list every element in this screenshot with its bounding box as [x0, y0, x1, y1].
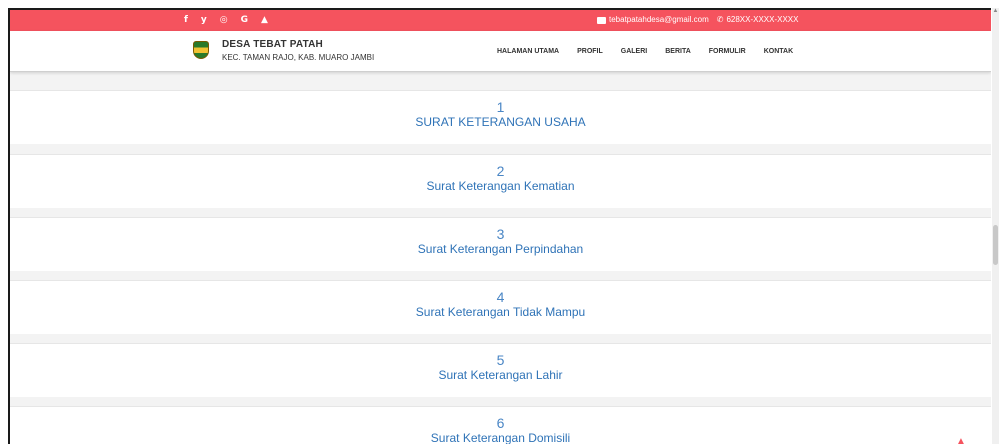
google-icon[interactable]: G — [241, 15, 248, 25]
site-title: DESA TEBAT PATAH — [222, 39, 323, 50]
instagram-icon[interactable]: ◎ — [220, 15, 228, 25]
letter-title[interactable]: Surat Keterangan Domisili — [10, 431, 991, 444]
social-links: f y ◎ G ▲ — [184, 15, 268, 25]
back-to-top-icon[interactable]: ▲ — [956, 436, 966, 447]
browser-viewport: f y ◎ G ▲ tebatpatahdesa@gmail.com ✆ 628… — [8, 8, 991, 444]
letter-number: 6 — [496, 415, 505, 431]
nav-item-berita[interactable]: BERITA — [665, 48, 691, 55]
nav-item-formulir[interactable]: FORMULIR — [709, 48, 746, 55]
twitter-icon[interactable]: y — [201, 15, 207, 25]
phone-text: 628XX-XXXX-XXXX — [726, 15, 799, 24]
scrollbar-thumb[interactable] — [993, 225, 998, 265]
letter-card[interactable]: 3 Surat Keterangan Perpindahan — [10, 217, 991, 271]
letter-card[interactable]: 1 SURAT KETERANGAN USAHA — [10, 90, 991, 144]
letter-title[interactable]: SURAT KETERANGAN USAHA — [10, 115, 991, 129]
phone-icon: ✆ — [716, 15, 724, 24]
nav-menu: HALAMAN UTAMA PROFIL GALERI BERITA FORMU… — [497, 48, 793, 55]
nav-item-halaman-utama[interactable]: HALAMAN UTAMA — [497, 48, 559, 55]
letter-number: 3 — [496, 226, 505, 242]
phone-contact[interactable]: ✆ 628XX-XXXX-XXXX — [717, 15, 799, 25]
android-icon[interactable]: ▲ — [261, 15, 268, 25]
letter-title[interactable]: Surat Keterangan Lahir — [10, 368, 991, 382]
letter-title[interactable]: Surat Keterangan Tidak Mampu — [10, 305, 991, 319]
letter-card[interactable]: 5 Surat Keterangan Lahir — [10, 343, 991, 397]
scroll-up-arrow-icon[interactable]: ▲ — [992, 8, 999, 16]
nav-item-profil[interactable]: PROFIL — [577, 48, 603, 55]
letter-card[interactable]: 6 Surat Keterangan Domisili — [10, 406, 991, 444]
nav-item-galeri[interactable]: GALERI — [621, 48, 647, 55]
letter-card[interactable]: 2 Surat Keterangan Kematian — [10, 154, 991, 208]
brand[interactable]: DESA TEBAT PATAH KEC. TAMAN RAJO, KAB. M… — [222, 39, 374, 62]
email-text: tebatpatahdesa@gmail.com — [609, 15, 709, 24]
site-subtitle: KEC. TAMAN RAJO, KAB. MUARO JAMBI — [222, 53, 375, 62]
contact-info: tebatpatahdesa@gmail.com ✆ 628XX-XXXX-XX… — [597, 15, 798, 25]
letter-number: 2 — [496, 163, 505, 179]
facebook-icon[interactable]: f — [184, 15, 188, 25]
letter-title[interactable]: Surat Keterangan Kematian — [10, 179, 991, 193]
letter-number: 5 — [496, 352, 505, 368]
letter-title[interactable]: Surat Keterangan Perpindahan — [10, 242, 991, 256]
main-navbar: DESA TEBAT PATAH KEC. TAMAN RAJO, KAB. M… — [10, 31, 991, 72]
top-bar: f y ◎ G ▲ tebatpatahdesa@gmail.com ✆ 628… — [10, 10, 991, 31]
village-logo-icon[interactable] — [193, 41, 209, 59]
letter-number: 1 — [496, 99, 505, 115]
email-contact[interactable]: tebatpatahdesa@gmail.com — [597, 15, 709, 25]
letter-number: 4 — [496, 289, 505, 305]
nav-item-kontak[interactable]: KONTAK — [764, 48, 793, 55]
letter-card[interactable]: 4 Surat Keterangan Tidak Mampu — [10, 280, 991, 334]
mail-icon — [597, 16, 606, 24]
